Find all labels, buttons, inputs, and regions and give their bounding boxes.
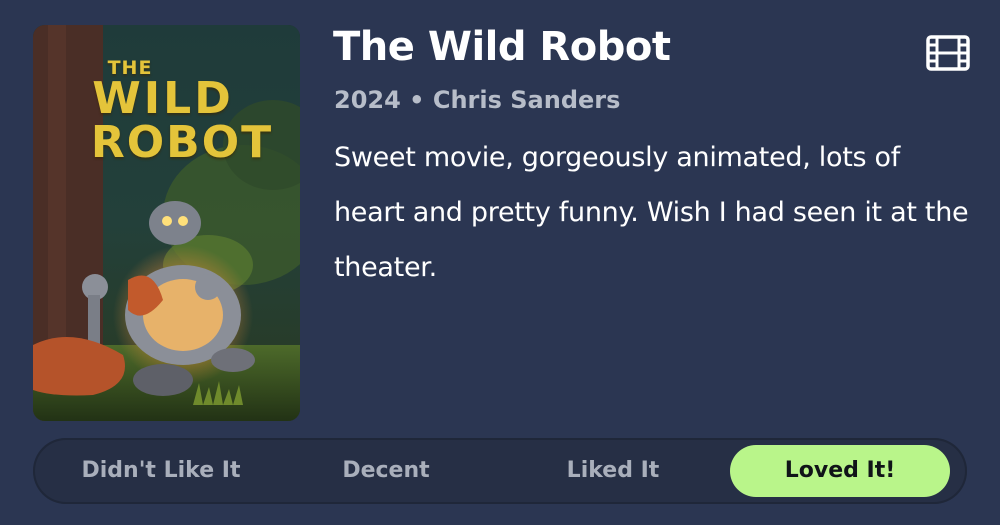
review-text: Sweet movie, gorgeously animated, lots o… [334, 142, 969, 283]
rating-option-decent[interactable]: Decent [278, 445, 494, 497]
rating-selector: Didn't Like It Decent Liked It Loved It! [33, 438, 967, 504]
movie-meta: 2024 • Chris Sanders [334, 86, 621, 114]
film-icon[interactable] [926, 35, 970, 71]
movie-card: THE WILD ROBOT The Wild Robot 2024 • Chr… [0, 0, 1000, 525]
rating-option-liked-it[interactable]: Liked It [503, 445, 723, 497]
poster-title-line3: ROBOT [90, 117, 274, 168]
rating-option-loved-it[interactable]: Loved It! [730, 445, 950, 497]
movie-poster: THE WILD ROBOT [33, 25, 300, 421]
movie-title: The Wild Robot [333, 24, 671, 70]
rating-option-didnt-like-it[interactable]: Didn't Like It [53, 445, 269, 497]
